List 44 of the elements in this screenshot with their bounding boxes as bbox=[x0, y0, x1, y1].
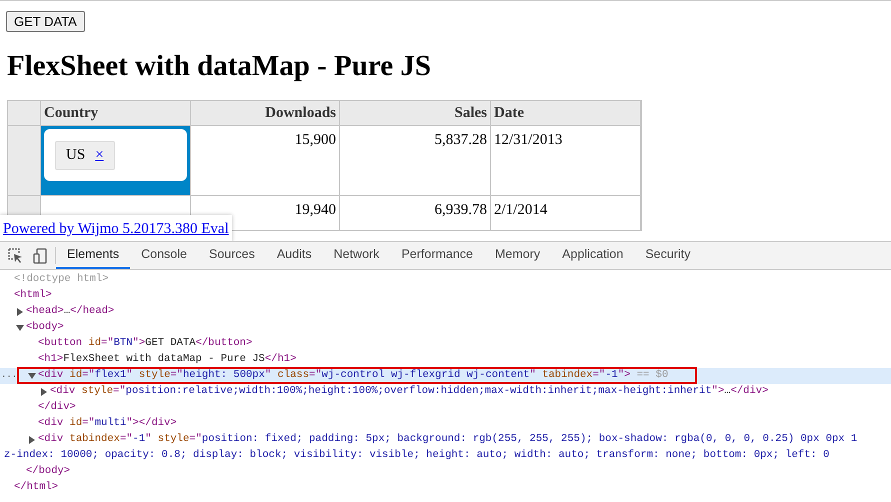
remove-tag-link[interactable]: × bbox=[95, 144, 104, 166]
tag-editor[interactable]: US × bbox=[44, 129, 187, 181]
code-line: </html> bbox=[14, 480, 58, 496]
code-line: z-index: 10000; opacity: 0.8; display: block; visibility: visible; height: auto; width: auto; transform: none; bottom: 0px; left: 0 bbox=[4, 448, 830, 464]
devtools-tab[interactable]: Sources bbox=[198, 242, 266, 269]
collapsed-triangle-icon[interactable] bbox=[16, 308, 24, 316]
column-header[interactable]: Downloads bbox=[191, 101, 340, 126]
devtools-tab[interactable]: Audits bbox=[266, 242, 323, 269]
code-line[interactable]: <head>…</head> bbox=[26, 304, 114, 320]
collapsed-triangle-icon[interactable] bbox=[28, 436, 36, 444]
code-line[interactable]: <html> bbox=[14, 288, 52, 304]
devtools-tab[interactable]: Application bbox=[551, 242, 634, 269]
table-cell: 6,939.78 bbox=[340, 196, 491, 231]
code-line[interactable]: <div id="multi"></div> bbox=[38, 416, 177, 432]
code-line[interactable]: <body> bbox=[26, 320, 64, 336]
devtools-tab[interactable]: Console bbox=[130, 242, 198, 269]
devtools-tab[interactable]: Performance bbox=[390, 242, 484, 269]
expanded-triangle-icon[interactable] bbox=[28, 372, 36, 380]
table-cell: 12/31/2013 bbox=[491, 126, 641, 196]
table-cell: 2/1/2014 bbox=[491, 196, 641, 231]
expanded-triangle-icon[interactable] bbox=[16, 324, 24, 332]
devtools-tab[interactable]: Network bbox=[322, 242, 390, 269]
selection-marker: ... bbox=[1, 369, 18, 382]
page-heading: FlexSheet with dataMap - Pure JS bbox=[6, 49, 432, 84]
code-line[interactable]: <h1>FlexSheet with dataMap - Pure JS</h1> bbox=[38, 352, 296, 368]
code-line[interactable]: <div id="flex1" style="height: 500px" class="wj-control wj-flexgrid wj-content" tabindex="-1"> == $0 bbox=[38, 368, 668, 384]
table-cell: 5,837.28 bbox=[340, 126, 491, 196]
inspect-element-icon[interactable] bbox=[8, 248, 23, 263]
devtools-tab[interactable]: Elements bbox=[56, 242, 130, 269]
country-cell[interactable]: US × bbox=[41, 126, 191, 196]
collapsed-triangle-icon[interactable] bbox=[40, 388, 48, 396]
table-cell: 15,900 bbox=[191, 126, 340, 196]
device-toolbar-icon[interactable] bbox=[33, 248, 47, 264]
tag-label: US bbox=[66, 146, 86, 165]
get-data-button[interactable]: GET DATA bbox=[6, 11, 85, 32]
column-header[interactable]: Date bbox=[491, 101, 641, 126]
column-header[interactable]: Sales bbox=[340, 101, 491, 126]
code-line: </div> bbox=[38, 400, 76, 416]
code-line[interactable]: <div tabindex="-1" style="position: fixed; padding: 5px; background: rgb(255, 255, 255); box-shadow: rgba(0, 0, 0, 0.25) 0px 0px 1 bbox=[38, 432, 858, 448]
devtools-tab[interactable]: Memory bbox=[484, 242, 552, 269]
code-line[interactable]: <button id="BTN">GET DATA</button> bbox=[38, 336, 252, 352]
code-line: </body> bbox=[26, 464, 70, 480]
devtools-tab[interactable]: Security bbox=[634, 242, 702, 269]
code-line[interactable]: <div style="position:relative;width:100%;height:100%;overflow:hidden;max-width:inherit;max-height:inherit">…</div> bbox=[50, 384, 768, 400]
